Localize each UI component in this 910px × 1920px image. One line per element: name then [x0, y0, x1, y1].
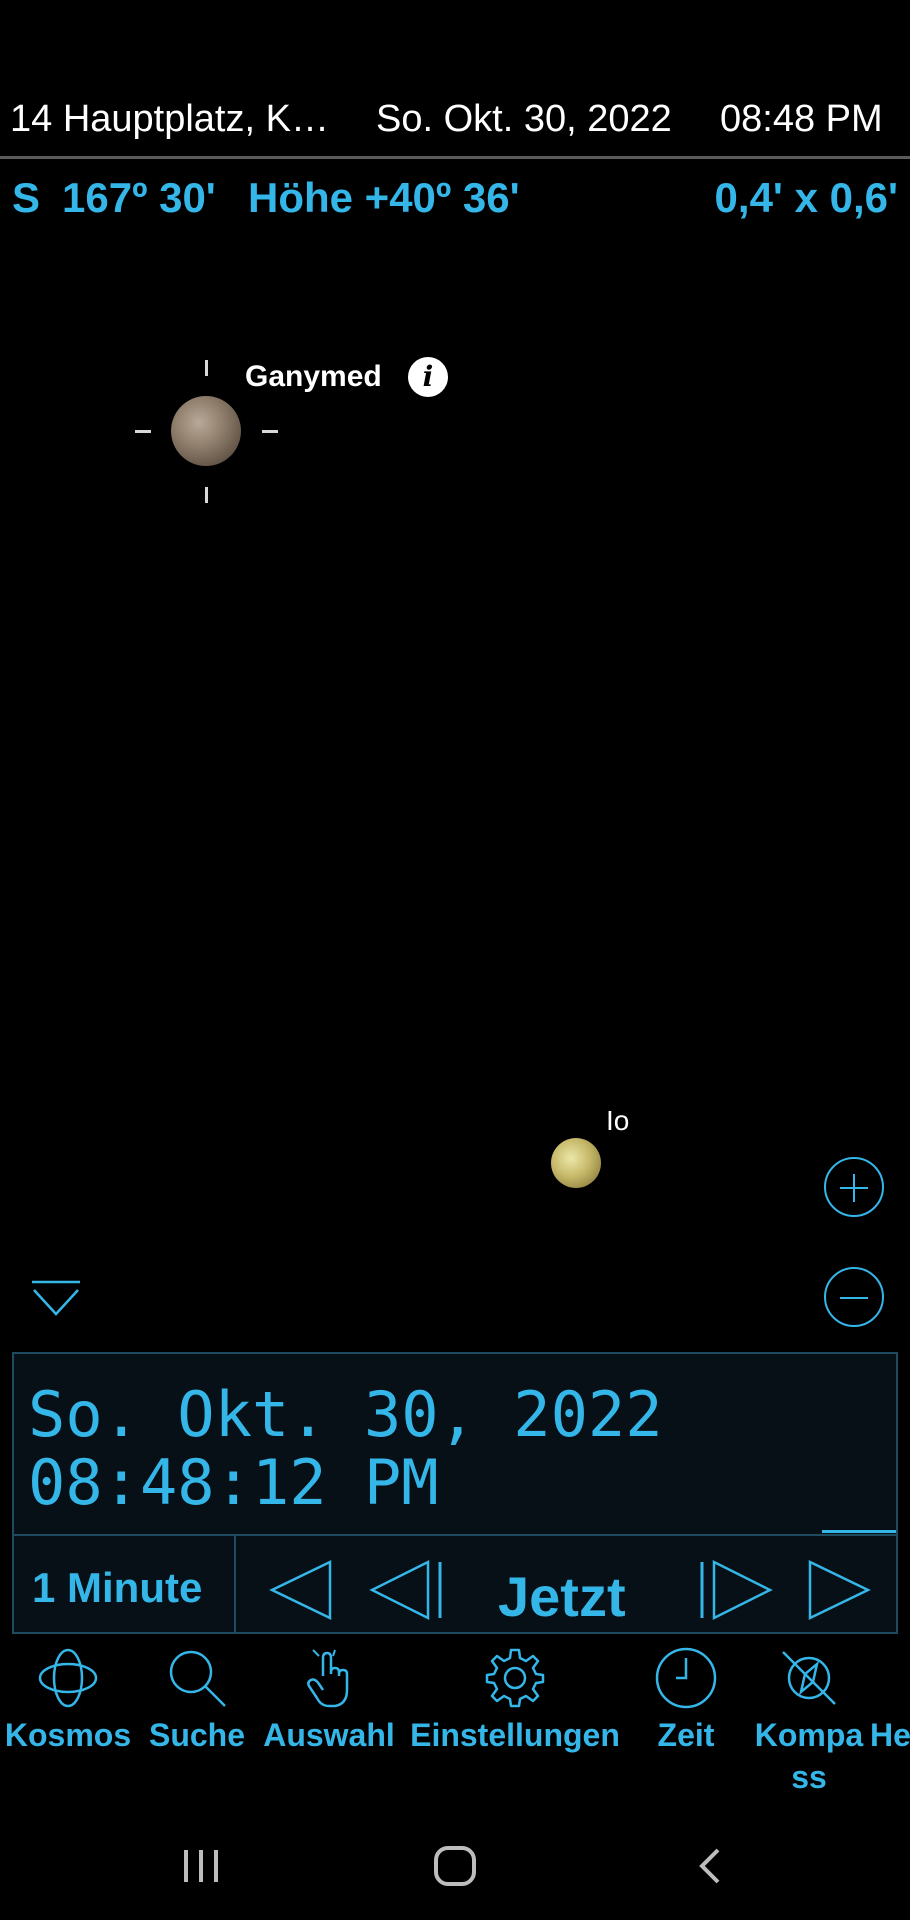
ganymede-moon[interactable]: [171, 396, 241, 466]
time-panel-date[interactable]: So. Okt. 30, 2022: [28, 1378, 663, 1451]
selection-reticle-left: [135, 430, 151, 433]
plus-icon-vertical: [853, 1174, 855, 1202]
hand-pointer-icon: [307, 1649, 349, 1708]
controls-divider: [14, 1534, 896, 1536]
ganymede-label[interactable]: Ganymed: [245, 360, 382, 394]
info-icon[interactable]: i: [408, 357, 448, 397]
nav-kompass-label-line1: Kompa: [754, 1717, 864, 1753]
selection-reticle-right: [262, 430, 278, 433]
azimuth-readout: 167º 30': [62, 174, 216, 221]
time-panel-time[interactable]: 08:48:12 PM: [28, 1446, 439, 1519]
orbit-icon: [38, 1648, 98, 1708]
time-step-button[interactable]: 1 Minute: [32, 1564, 202, 1612]
search-icon: [169, 1650, 226, 1707]
nav-zeit[interactable]: Zeit: [640, 1646, 732, 1756]
compass-direction: S: [12, 174, 41, 221]
field-of-view-readout: 0,4' x 0,6': [714, 174, 898, 221]
nav-kompass-label-line2: ss: [791, 1759, 827, 1795]
play-forward-button[interactable]: [804, 1556, 876, 1624]
nav-einstellungen-label: Einstellungen: [410, 1717, 620, 1753]
nav-zeit-label: Zeit: [657, 1717, 715, 1753]
nav-kosmos[interactable]: Kosmos: [0, 1646, 136, 1756]
selection-reticle-top: [205, 360, 208, 376]
zoom-out-button[interactable]: [824, 1267, 884, 1327]
header-divider: [0, 156, 910, 159]
clock-icon: [655, 1647, 717, 1709]
location-label[interactable]: 14 Hauptplatz, K…: [10, 98, 329, 141]
nav-auswahl[interactable]: Auswahl: [258, 1646, 400, 1756]
collapse-panel-button[interactable]: [30, 1278, 82, 1318]
nav-he-label: He: [870, 1717, 910, 1753]
nav-suche-label: Suche: [148, 1717, 246, 1753]
step-separator: [234, 1536, 236, 1634]
nav-suche[interactable]: Suche: [144, 1646, 250, 1756]
nav-he-icon-space: [870, 1646, 910, 1714]
zoom-in-button[interactable]: [824, 1157, 884, 1217]
step-backward-button[interactable]: [366, 1556, 448, 1624]
play-backward-button[interactable]: [264, 1556, 336, 1624]
time-panel: So. Okt. 30, 2022 08:48:12 PM 1 Minute J…: [12, 1352, 898, 1634]
nav-kompass[interactable]: Kompa ss: [748, 1646, 870, 1798]
nav-auswahl-label: Auswahl: [263, 1717, 395, 1753]
nav-kosmos-label: Kosmos: [4, 1717, 132, 1753]
nav-einstellungen[interactable]: Einstellungen: [404, 1646, 626, 1756]
header-time: 08:48 PM: [720, 98, 883, 140]
selection-reticle-bottom: [205, 487, 208, 503]
now-button[interactable]: Jetzt: [498, 1564, 626, 1629]
altitude-readout: Höhe +40º 36': [248, 174, 520, 221]
gear-icon: [485, 1648, 545, 1708]
home-button[interactable]: [432, 1844, 478, 1888]
header-date: So. Okt. 30, 2022: [376, 98, 672, 140]
nav-he-partial[interactable]: He: [870, 1646, 910, 1756]
recent-apps-button[interactable]: [178, 1846, 224, 1886]
io-moon[interactable]: [551, 1138, 601, 1188]
sky-view[interactable]: [0, 230, 910, 1340]
edit-cursor: [822, 1530, 896, 1533]
compass-off-icon: [782, 1651, 836, 1705]
back-button[interactable]: [692, 1846, 726, 1886]
step-forward-button[interactable]: [694, 1556, 776, 1624]
minus-icon: [840, 1297, 868, 1299]
io-label[interactable]: Io: [606, 1105, 629, 1137]
